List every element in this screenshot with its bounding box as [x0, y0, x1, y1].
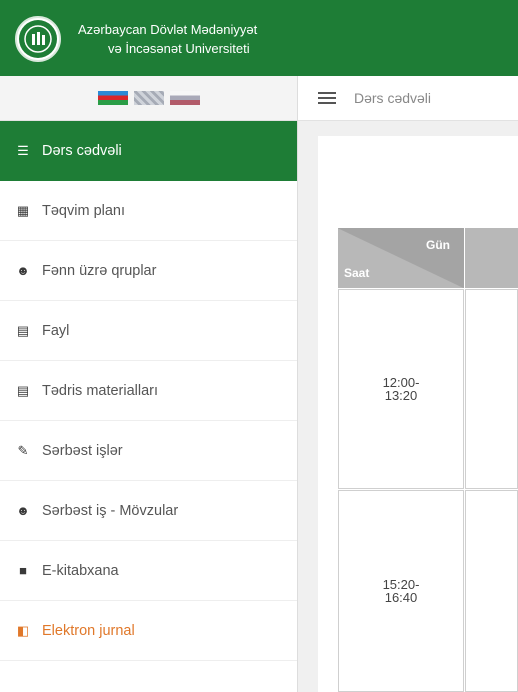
table-time-cell: 12:00-13:20: [338, 289, 464, 489]
sidebar-item-label: Elektron jurnal: [42, 622, 135, 639]
language-switcher: [0, 76, 297, 121]
sidebar-item-label: Fənn üzrə qruplar: [42, 262, 157, 279]
university-seal-icon: [19, 20, 57, 58]
users-icon: ☻: [16, 263, 30, 278]
time-slot: 12:00-13:20: [382, 375, 420, 403]
table-cell: [465, 490, 518, 692]
breadcrumb: Dərs cədvəli: [354, 90, 432, 106]
sidebar-item-fenn-uzre-qruplar[interactable]: ☻ Fənn üzrə qruplar: [0, 241, 297, 301]
schedule-table: Gün Saat 12:00-13:20 15:20-16:40: [338, 228, 518, 692]
header-day: Gün: [426, 238, 450, 252]
sidebar-item-label: Dərs cədvəli: [42, 142, 122, 159]
calendar-icon: ▦: [16, 202, 30, 218]
pencil-icon: ✎: [17, 442, 29, 458]
university-name-line1: Azərbaycan Dövlət Mədəniyyət: [78, 22, 258, 37]
sidebar-item-label: E-kitabxana: [42, 562, 119, 579]
sidebar-item-serbest-is-movzular[interactable]: ☻ Sərbəst iş - Mövzular: [0, 481, 297, 541]
university-name-line2: və İncəsənət Universiteti: [108, 41, 250, 56]
journal-icon: ◧: [16, 622, 30, 638]
sidebar-item-serbest-isler[interactable]: ✎ Sərbəst işlər: [0, 421, 297, 481]
sidebar: ☰ Dərs cədvəli ▦ Təqvim planı ☻ Fənn üzr…: [0, 76, 298, 692]
sidebar-item-label: Təqvim planı: [42, 202, 126, 219]
sidebar-item-elektron-jurnal[interactable]: ◧ Elektron jurnal: [0, 601, 297, 661]
table-icon: ☰: [17, 142, 29, 158]
table-header-cell: [465, 228, 518, 288]
flag-en-icon[interactable]: [133, 91, 164, 105]
sidebar-item-teqvim-plani[interactable]: ▦ Təqvim planı: [0, 181, 297, 241]
table-cell: [465, 289, 518, 489]
table-header-corner: Gün Saat: [338, 228, 464, 288]
sidebar-item-e-kitabxana[interactable]: ■ E-kitabxana: [0, 541, 297, 601]
university-logo[interactable]: [15, 16, 61, 62]
file-icon: ▤: [16, 382, 30, 398]
sidebar-item-label: Fayl: [42, 322, 70, 339]
table-time-cell: 15:20-16:40: [338, 490, 464, 692]
flag-az-icon[interactable]: [97, 91, 128, 105]
breadcrumb-bar: Dərs cədvəli: [298, 76, 518, 121]
university-header: Azərbaycan Dövlət Mədəniyyət və İncəsənə…: [0, 0, 518, 76]
sidebar-item-label: Sərbəst işlər: [42, 442, 123, 459]
flag-ru-icon[interactable]: [169, 91, 200, 105]
time-slot: 15:20-16:40: [382, 577, 420, 605]
header-hour: Saat: [344, 266, 370, 280]
hamburger-menu-icon[interactable]: [318, 92, 336, 104]
sidebar-item-label: Sərbəst iş - Mövzular: [42, 502, 179, 519]
sidebar-item-tedris-materiallari[interactable]: ▤ Tədris materialları: [0, 361, 297, 421]
sidebar-item-fayl[interactable]: ▤ Fayl: [0, 301, 297, 361]
file-icon: ▤: [16, 322, 30, 338]
users-icon: ☻: [16, 503, 30, 518]
sidebar-item-ders-cedveli[interactable]: ☰ Dərs cədvəli: [0, 121, 297, 181]
university-name: Azərbaycan Dövlət Mədəniyyət və İncəsənə…: [78, 20, 398, 58]
sidebar-item-label: Tədris materialları: [42, 382, 159, 399]
book-icon: ■: [19, 563, 27, 578]
